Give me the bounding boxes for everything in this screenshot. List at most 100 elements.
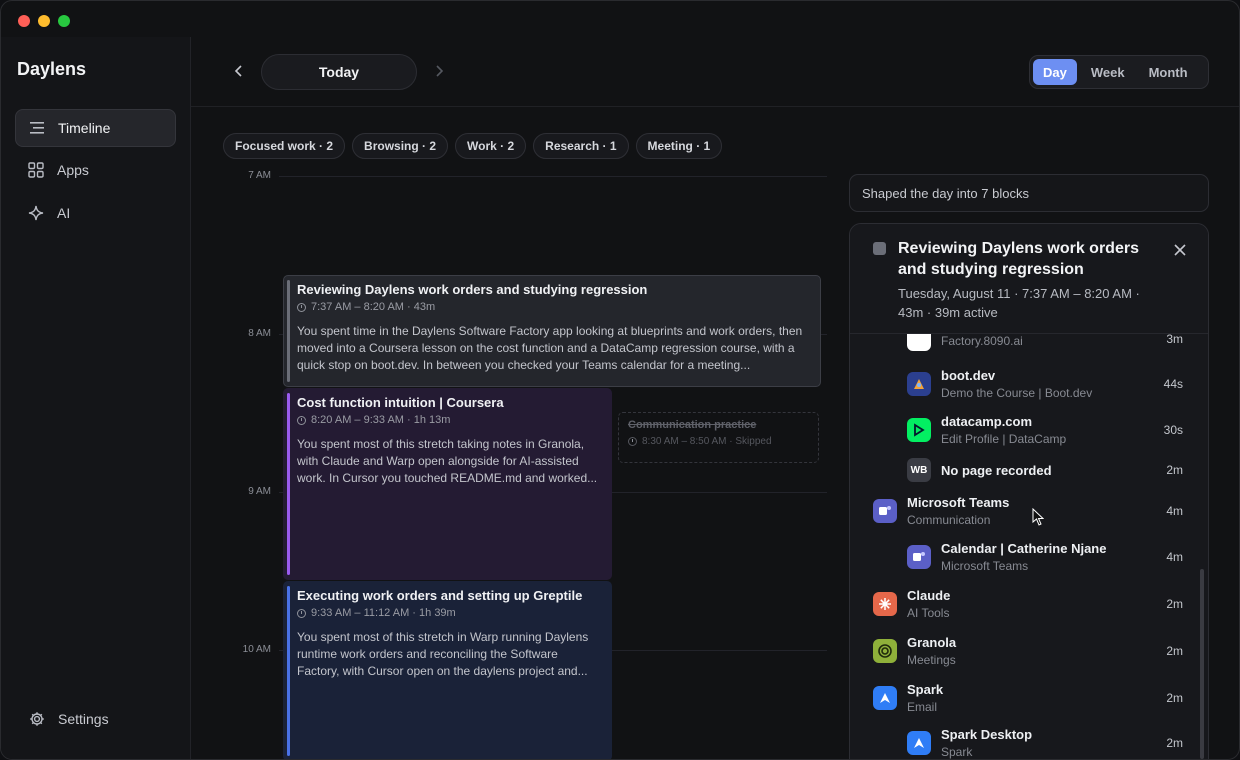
block-time: 9:33 AM – 11:12 AM · 1h 39m — [297, 607, 601, 619]
hour-label: 7 AM — [248, 170, 271, 181]
category-swatch — [873, 242, 886, 255]
category-filter-chips: Focused work · 2 Browsing · 2 Work · 2 R… — [223, 133, 723, 159]
item-name: Spark Desktop — [941, 727, 1033, 742]
chip-meeting[interactable]: Meeting · 1 — [635, 133, 723, 159]
item-duration: 4m — [1166, 504, 1183, 518]
bootdev-icon — [907, 372, 931, 396]
list-item[interactable]: Spark Email 2m — [873, 676, 1183, 720]
timeline-block[interactable]: Cost function intuition | Coursera 8:20 … — [283, 388, 612, 580]
list-item[interactable]: Factory.8090.ai 3m — [907, 334, 1183, 361]
view-month-button[interactable]: Month — [1139, 59, 1198, 85]
datacamp-icon — [907, 418, 931, 442]
settings-button[interactable]: Settings — [28, 710, 109, 728]
sidebar-item-label: Apps — [57, 162, 89, 178]
block-detail-panel: Reviewing Daylens work orders and studyi… — [849, 223, 1209, 759]
settings-label: Settings — [58, 711, 109, 727]
block-color-bar — [287, 280, 290, 382]
clock-icon — [297, 415, 306, 425]
list-item[interactable]: Spark Desktop Spark 2m — [907, 721, 1183, 759]
skipped-block-time: 8:30 AM – 8:50 AM · Skipped — [628, 436, 809, 447]
list-item[interactable]: Calendar | Catherine Njane Microsoft Team… — [907, 535, 1183, 579]
chevron-left-icon — [234, 65, 242, 77]
block-description: You spent most of this stretch taking no… — [297, 437, 598, 485]
close-detail-button[interactable] — [1172, 242, 1188, 258]
chip-browsing[interactable]: Browsing · 2 — [352, 133, 449, 159]
clock-icon — [297, 608, 306, 618]
item-duration: 2m — [1166, 597, 1183, 611]
view-week-button[interactable]: Week — [1081, 59, 1135, 85]
timeline-block[interactable]: Executing work orders and setting up Gre… — [283, 581, 612, 759]
item-subtitle: Spark — [941, 745, 973, 759]
chip-work[interactable]: Work · 2 — [455, 133, 527, 159]
block-time-text: 8:20 AM – 9:33 AM · 1h 13m — [311, 414, 451, 426]
timeline-icon — [28, 119, 46, 137]
spark-icon — [907, 731, 931, 755]
apps-grid-icon — [27, 161, 45, 179]
timeline-block[interactable]: Reviewing Daylens work orders and studyi… — [283, 275, 821, 387]
detail-header: Reviewing Daylens work orders and studyi… — [850, 224, 1208, 334]
date-navigation-bar: Today Day Week Month — [191, 37, 1239, 107]
previous-day-button[interactable] — [231, 63, 247, 79]
sidebar: Daylens Timeline Apps AI Settings — [1, 37, 191, 759]
next-day-button[interactable] — [431, 63, 447, 79]
list-item[interactable]: Granola Meetings 2m — [873, 629, 1183, 673]
close-window-button[interactable] — [18, 15, 30, 27]
block-description: You spent time in the Daylens Software F… — [297, 324, 803, 372]
item-name: No page recorded — [941, 462, 1052, 478]
day-summary: Shaped the day into 7 blocks — [849, 174, 1209, 212]
spark-icon — [873, 686, 897, 710]
item-duration: 3m — [1166, 334, 1183, 346]
hour-label: 8 AM — [248, 328, 271, 339]
app-brand: Daylens — [17, 59, 87, 79]
view-day-button[interactable]: Day — [1033, 59, 1077, 85]
block-time: 7:37 AM – 8:20 AM · 43m — [297, 301, 810, 313]
item-subtitle: Demo the Course | Boot.dev — [941, 386, 1093, 400]
item-subtitle: Meetings — [907, 653, 956, 667]
zoom-window-button[interactable] — [58, 15, 70, 27]
list-item[interactable]: boot.dev Demo the Course | Boot.dev 44s — [907, 362, 1183, 406]
claude-icon — [873, 592, 897, 616]
item-name: datacamp.com — [941, 414, 1033, 429]
chip-focused-work[interactable]: Focused work · 2 — [223, 133, 346, 159]
sparkle-icon — [27, 204, 45, 222]
list-item[interactable]: WB No page recorded 2m — [907, 448, 1183, 492]
sidebar-item-timeline[interactable]: Timeline — [15, 109, 176, 147]
item-subtitle: Email — [907, 700, 938, 714]
list-item[interactable]: Microsoft Teams Communication 4m — [873, 489, 1183, 533]
sidebar-item-label: AI — [57, 205, 71, 221]
detail-scrollbar[interactable] — [1200, 569, 1204, 759]
block-time-text: 9:33 AM – 11:12 AM · 1h 39m — [311, 607, 456, 619]
hour-label: 9 AM — [248, 486, 271, 497]
item-subtitle: Communication — [907, 513, 991, 527]
item-name: Microsoft Teams — [907, 495, 1010, 510]
chip-research[interactable]: Research · 1 — [533, 133, 629, 159]
item-duration: 44s — [1163, 377, 1183, 391]
item-duration: 2m — [1166, 691, 1183, 705]
teams-icon — [907, 545, 931, 569]
item-name: Claude — [907, 588, 951, 603]
teams-icon — [873, 499, 897, 523]
gear-icon — [28, 710, 46, 728]
item-name: Granola — [907, 635, 957, 650]
block-color-bar — [287, 586, 290, 756]
view-switcher: Day Week Month — [1029, 55, 1209, 89]
minimize-window-button[interactable] — [38, 15, 50, 27]
hour-gridline — [279, 176, 827, 177]
item-subtitle: Microsoft Teams — [941, 559, 1029, 573]
sidebar-item-ai[interactable]: AI — [15, 194, 176, 232]
item-name: Spark — [907, 682, 944, 697]
granola-icon — [873, 639, 897, 663]
clock-icon — [628, 437, 637, 446]
list-item[interactable]: Claude AI Tools 2m — [873, 582, 1183, 626]
detail-meta: Tuesday, August 11 · 7:37 AM – 8:20 AM ·… — [898, 286, 1140, 320]
item-duration: 2m — [1166, 644, 1183, 658]
web-browser-icon: WB — [907, 458, 931, 482]
list-item[interactable]: datacamp.com Edit Profile | DataCamp 30s — [907, 408, 1183, 452]
close-icon — [1174, 244, 1186, 256]
chevron-right-icon — [436, 65, 444, 77]
sidebar-item-apps[interactable]: Apps — [15, 151, 176, 189]
today-button[interactable]: Today — [261, 54, 417, 90]
item-subtitle: AI Tools — [907, 606, 950, 620]
item-duration: 2m — [1166, 736, 1183, 750]
skipped-block[interactable]: Communication practice 8:30 AM – 8:50 AM… — [618, 412, 819, 463]
